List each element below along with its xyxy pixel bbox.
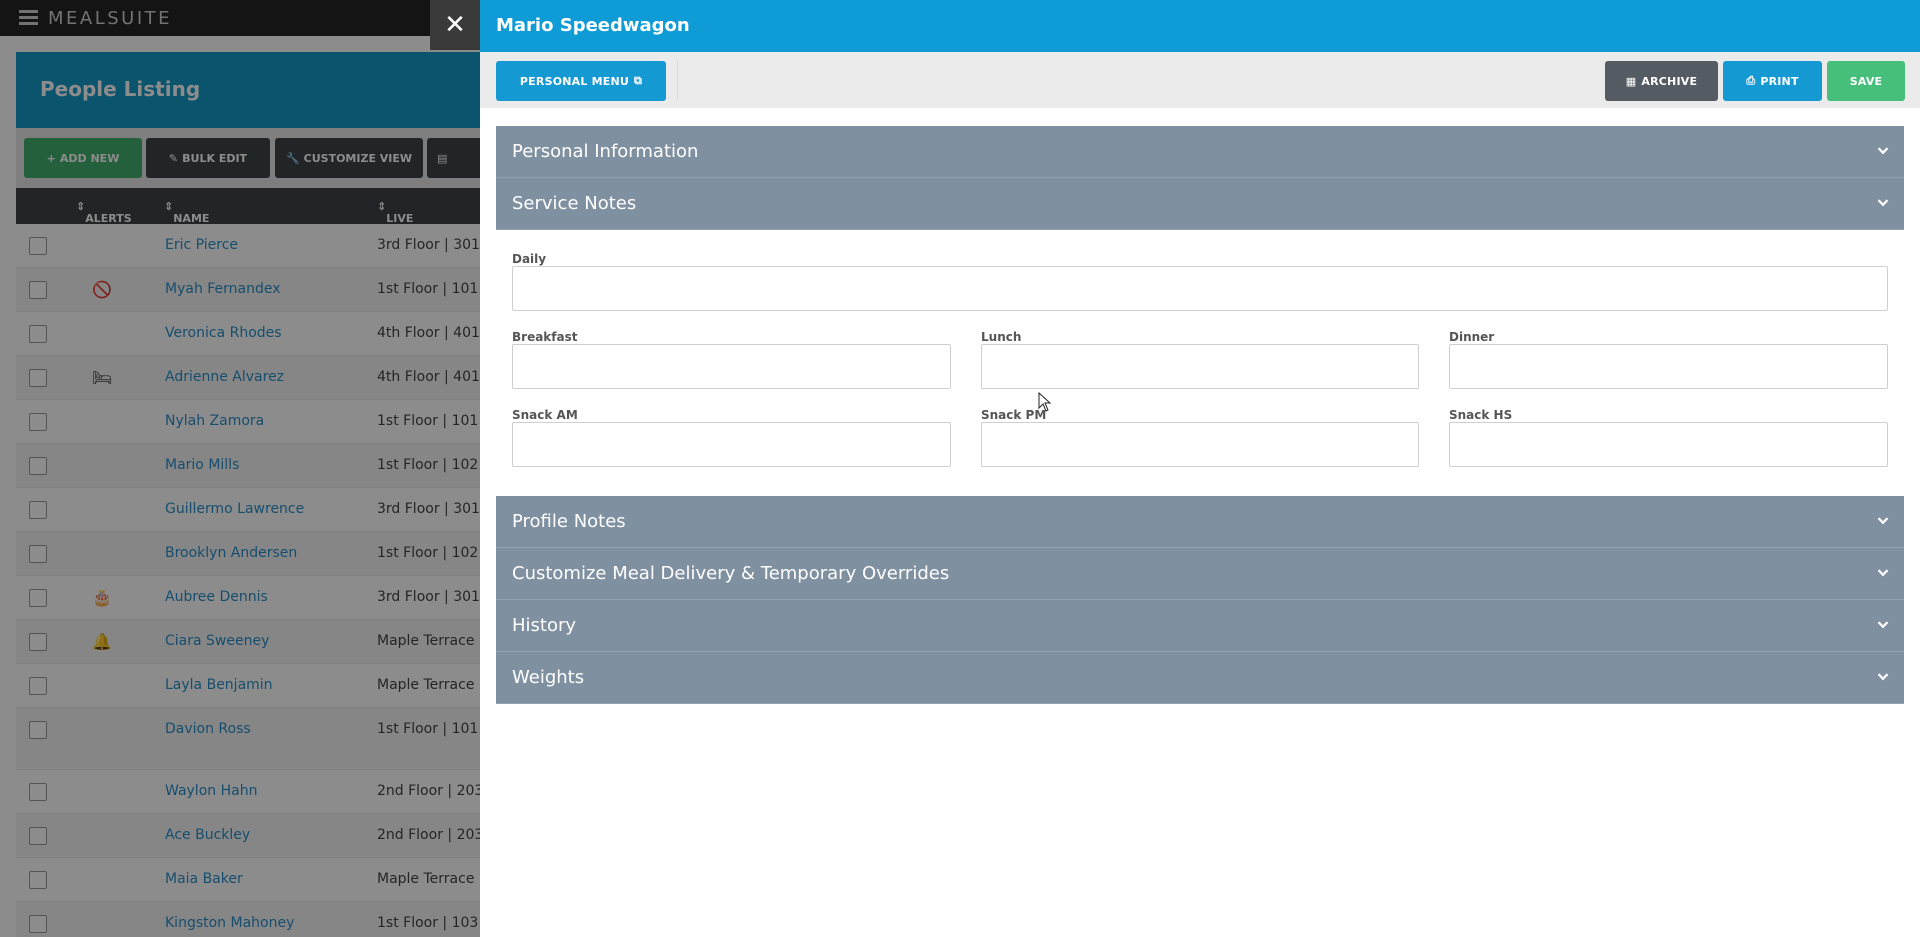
person-detail-panel: Mario Speedwagon PERSONAL MENU ⧉ ▦ ARCHI…: [480, 0, 1920, 937]
lunch-label: Lunch: [981, 330, 1022, 344]
save-label: SAVE: [1849, 74, 1883, 88]
print-button[interactable]: ⎙ PRINT: [1723, 61, 1822, 101]
archive-label: ARCHIVE: [1641, 74, 1698, 88]
section-customize-meal-delivery[interactable]: Customize Meal Delivery & Temporary Over…: [496, 548, 1904, 600]
print-icon: ⎙: [1746, 74, 1756, 87]
section-title: History: [512, 615, 577, 636]
close-icon: ✕: [444, 10, 466, 40]
snack-hs-label: Snack HS: [1449, 408, 1513, 422]
daily-input[interactable]: [512, 266, 1888, 311]
chevron-down-icon: [1877, 195, 1889, 207]
chevron-down-icon: [1877, 513, 1889, 525]
section-service-notes[interactable]: Service Notes: [496, 178, 1904, 230]
section-profile-notes[interactable]: Profile Notes: [496, 496, 1904, 548]
section-title: Weights: [512, 667, 585, 688]
service-notes-body: Daily Breakfast Lunch Dinner Snack AM Sn…: [496, 230, 1904, 496]
chevron-down-icon: [1877, 669, 1889, 681]
save-button[interactable]: SAVE: [1827, 61, 1905, 101]
snack-am-input[interactable]: [512, 422, 951, 467]
archive-icon: ▦: [1625, 74, 1637, 88]
section-title: Service Notes: [512, 193, 637, 214]
archive-button[interactable]: ▦ ARCHIVE: [1605, 61, 1718, 101]
section-personal-information[interactable]: Personal Information: [496, 126, 1904, 178]
personal-menu-button[interactable]: PERSONAL MENU ⧉: [496, 61, 666, 101]
lunch-input[interactable]: [981, 344, 1419, 389]
panel-title: Mario Speedwagon: [480, 0, 1920, 52]
snack-am-label: Snack AM: [512, 408, 578, 422]
chevron-down-icon: [1877, 565, 1889, 577]
mouse-cursor-icon: [1038, 392, 1052, 412]
chevron-down-icon: [1877, 143, 1889, 155]
dinner-label: Dinner: [1449, 330, 1495, 344]
modal-backdrop[interactable]: [0, 0, 480, 937]
section-history[interactable]: History: [496, 600, 1904, 652]
dinner-input[interactable]: [1449, 344, 1888, 389]
panel-toolbar: PERSONAL MENU ⧉ ▦ ARCHIVE ⎙ PRINT SAVE: [480, 52, 1920, 108]
external-link-icon: ⧉: [634, 74, 643, 87]
section-weights[interactable]: Weights: [496, 652, 1904, 704]
print-label: PRINT: [1760, 74, 1799, 88]
close-panel-button[interactable]: ✕: [430, 0, 480, 50]
snack-hs-input[interactable]: [1449, 422, 1888, 467]
snack-pm-label: Snack PM: [981, 408, 1047, 422]
chevron-down-icon: [1877, 617, 1889, 629]
daily-label: Daily: [512, 252, 547, 266]
section-title: Customize Meal Delivery & Temporary Over…: [512, 563, 950, 584]
snack-pm-input[interactable]: [981, 422, 1419, 467]
section-title: Personal Information: [512, 141, 699, 162]
breakfast-label: Breakfast: [512, 330, 578, 344]
personal-menu-label: PERSONAL MENU: [519, 74, 629, 88]
breakfast-input[interactable]: [512, 344, 951, 389]
accordion: Personal Information Service Notes Daily…: [496, 126, 1904, 704]
section-title: Profile Notes: [512, 511, 626, 532]
toolbar-divider: [677, 60, 678, 100]
